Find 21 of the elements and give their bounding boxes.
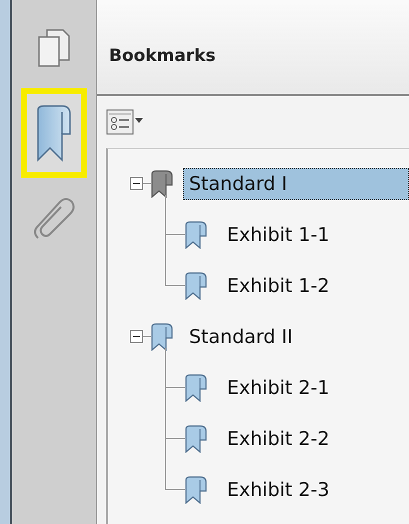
collapse-toggle[interactable] [130, 177, 143, 190]
bookmark-item[interactable]: Exhibit 1-1 [221, 218, 409, 250]
bookmark-item[interactable]: Exhibit 1-2 [221, 270, 409, 302]
bookmark-icon [185, 220, 207, 248]
bookmark-item[interactable]: Exhibit 2-1 [221, 372, 409, 404]
bookmarks-tab[interactable] [21, 88, 87, 178]
bookmark-icon [36, 104, 72, 162]
bookmark-icon [185, 424, 207, 452]
bookmark-item[interactable]: Exhibit 2-3 [221, 474, 409, 506]
bookmark-icon [151, 170, 173, 198]
bookmark-icon [185, 272, 207, 300]
bookmark-item[interactable]: Exhibit 2-2 [221, 422, 409, 454]
bookmark-icon [151, 322, 173, 350]
bookmark-item[interactable]: Standard II [183, 320, 409, 352]
bookmark-icon [185, 476, 207, 504]
bookmark-icon [185, 374, 207, 402]
options-button[interactable] [106, 109, 146, 135]
panel-title: Bookmarks [109, 45, 216, 66]
collapse-toggle[interactable] [130, 330, 143, 343]
pages-icon [37, 28, 71, 68]
bookmark-item[interactable]: Standard I [183, 168, 409, 200]
